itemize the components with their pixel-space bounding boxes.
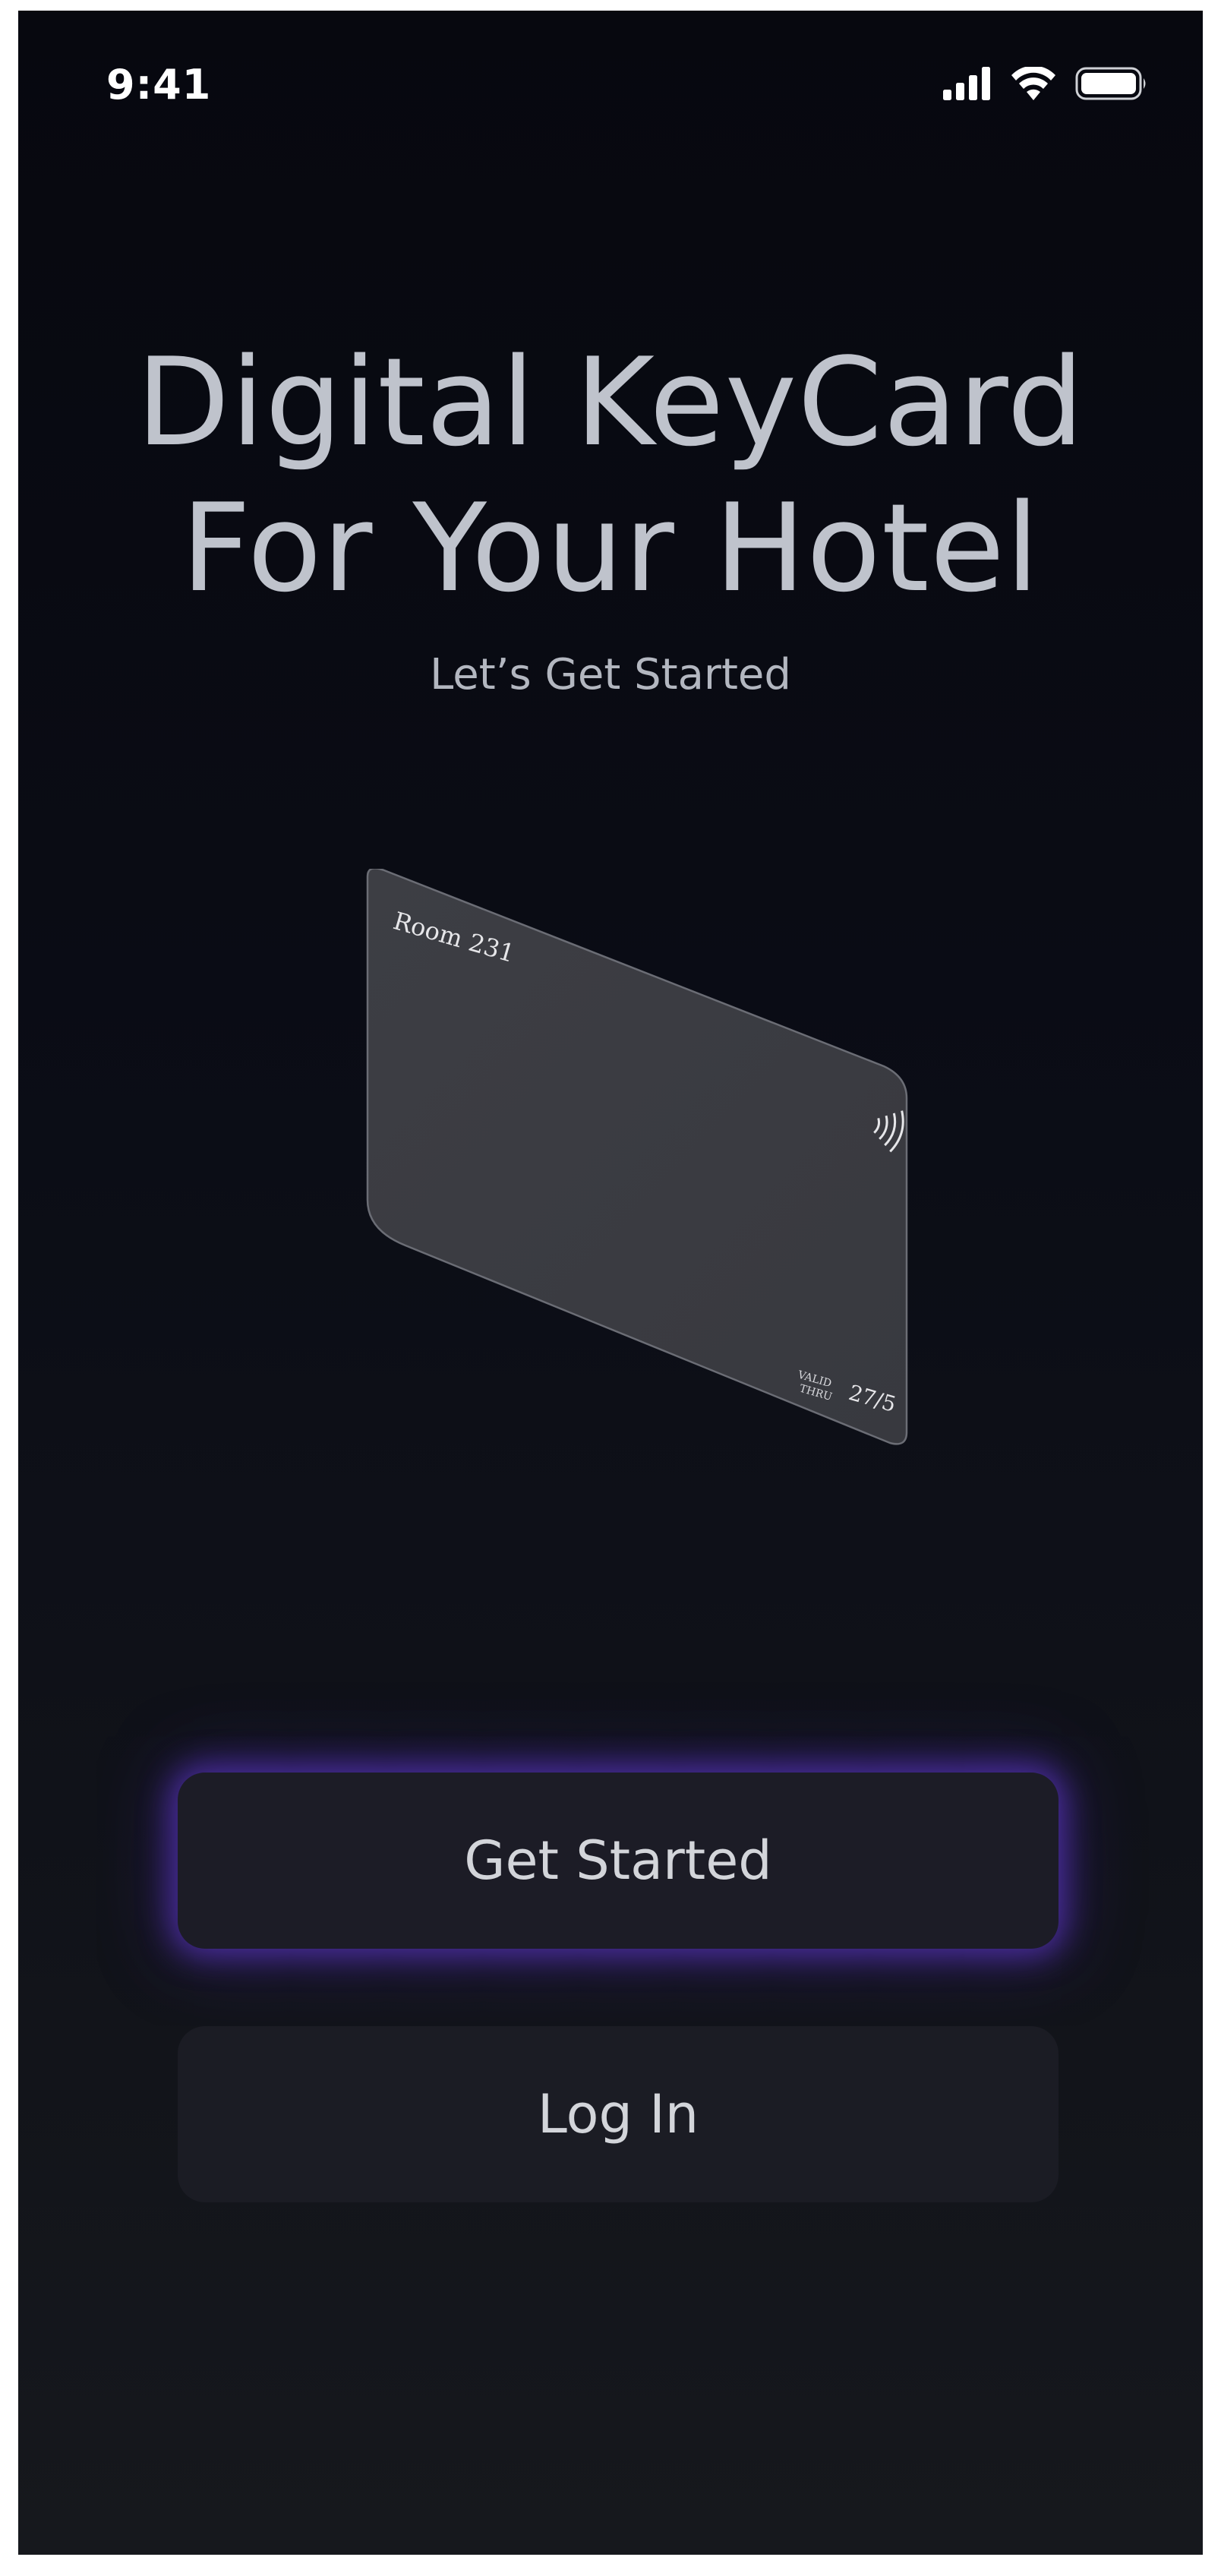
- log-in-button[interactable]: Log In: [178, 2026, 1059, 2202]
- cellular-signal-icon: [943, 67, 990, 100]
- hero-title: Digital KeyCard For Your Hotel: [18, 330, 1203, 621]
- status-bar: 9:41: [18, 11, 1203, 147]
- hero-title-line-1: Digital KeyCard: [136, 331, 1085, 473]
- status-time: 9:41: [106, 61, 212, 109]
- hero-subtitle: Let’s Get Started: [430, 650, 791, 699]
- wifi-icon: [1011, 67, 1055, 100]
- app-screen: 9:41 Digital KeyCard For Your Hotel Let’…: [18, 11, 1203, 2555]
- keycard-illustration: Room 231 VALID THRU 27/5: [366, 869, 908, 1445]
- get-started-button[interactable]: Get Started: [178, 1773, 1059, 1949]
- battery-icon: [1075, 67, 1146, 100]
- status-icons: [943, 67, 1148, 100]
- hero-title-line-2: For Your Hotel: [181, 477, 1040, 619]
- keycard-body: [366, 869, 908, 1445]
